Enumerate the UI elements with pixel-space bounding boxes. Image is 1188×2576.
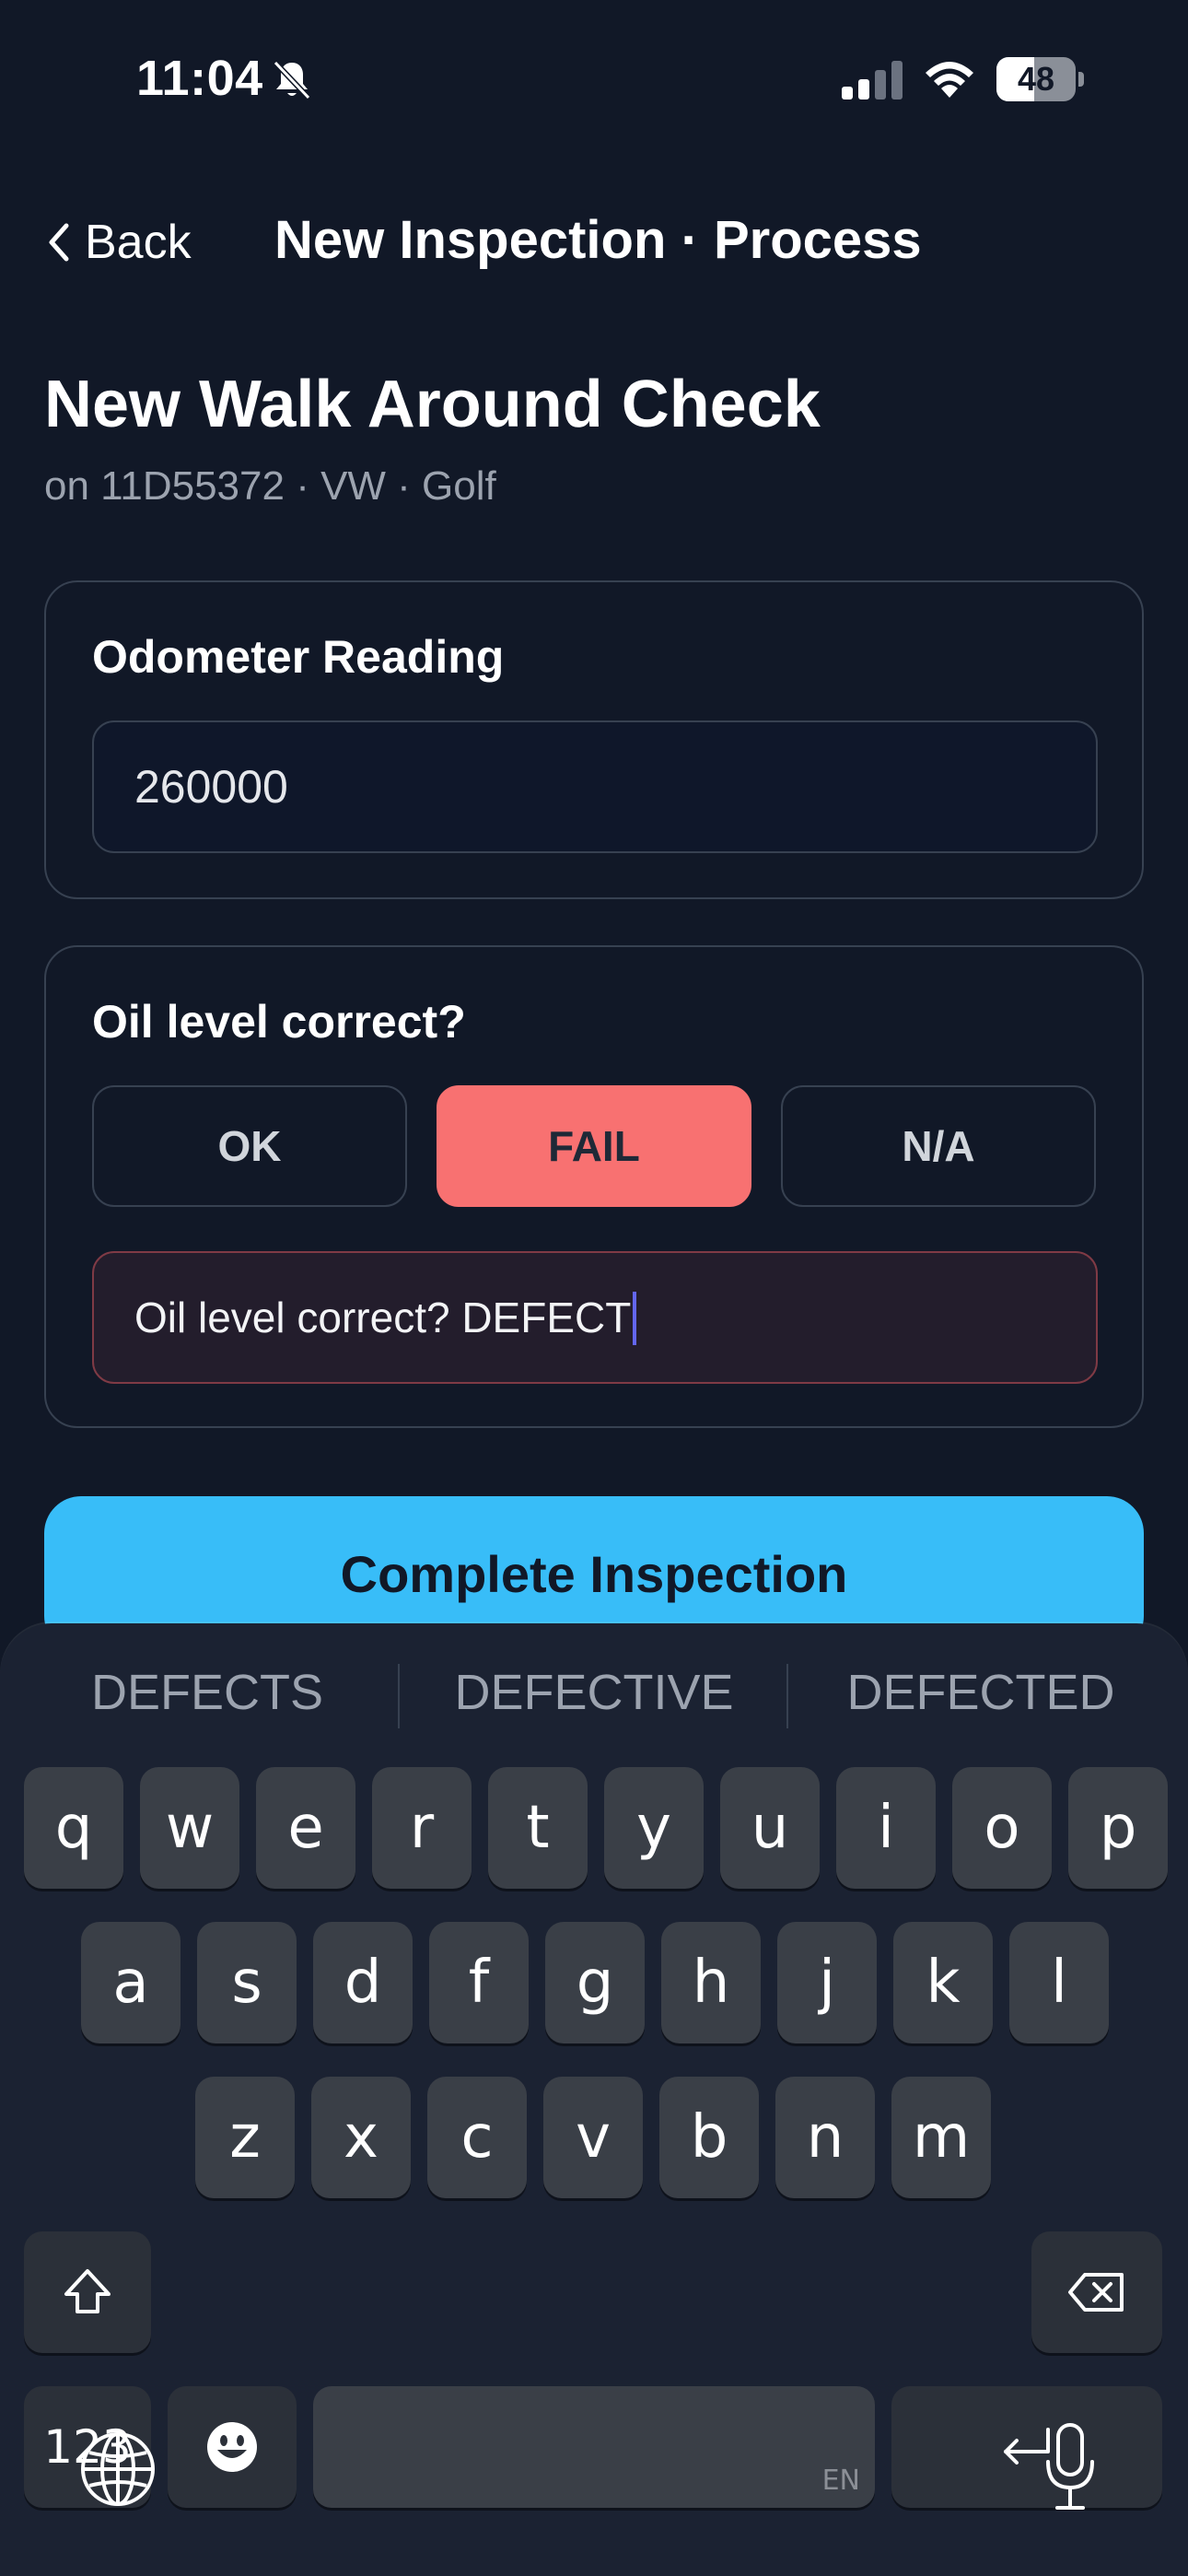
chevron-left-icon <box>49 223 69 262</box>
globe-icon[interactable] <box>77 2429 158 2510</box>
key-x[interactable]: x <box>311 2077 411 2198</box>
odometer-input[interactable]: 260000 <box>92 720 1098 853</box>
key-w[interactable]: w <box>140 1767 239 1889</box>
status-time: 11:04 <box>136 51 263 106</box>
key-f[interactable]: f <box>429 1922 529 2043</box>
key-s[interactable]: s <box>197 1922 297 2043</box>
battery-percent: 48 <box>1017 60 1055 98</box>
option-na-button[interactable]: N/A <box>781 1085 1096 1207</box>
suggestion-divider <box>786 1664 788 1728</box>
backspace-icon <box>1068 2273 1124 2312</box>
key-y[interactable]: y <box>604 1767 704 1889</box>
option-fail-button[interactable]: FAIL <box>437 1085 751 1207</box>
defect-note-input[interactable]: Oil level correct? DEFECT <box>92 1251 1098 1384</box>
oil-level-options: OK FAIL N/A <box>92 1085 1098 1207</box>
page-title: New Walk Around Check <box>44 368 821 441</box>
suggestion-bar: DEFECTS DEFECTIVE DEFECTED <box>0 1642 1188 1743</box>
key-e[interactable]: e <box>256 1767 355 1889</box>
key-m[interactable]: m <box>891 2077 991 2198</box>
suggestion-item[interactable]: DEFECTS <box>18 1642 396 1743</box>
keyboard-language-hint: EN <box>821 2465 860 2497</box>
shift-icon <box>64 2269 111 2313</box>
suggestion-item[interactable]: DEFECTIVE <box>405 1642 783 1743</box>
key-b[interactable]: b <box>659 2077 759 2198</box>
emoji-icon <box>207 2422 257 2472</box>
odometer-label: Odometer Reading <box>92 631 505 683</box>
key-k[interactable]: k <box>893 1922 993 2043</box>
key-l[interactable]: l <box>1009 1922 1109 2043</box>
key-t[interactable]: t <box>488 1767 588 1889</box>
battery-indicator: 48 <box>996 57 1084 101</box>
oil-level-card: Oil level correct? OK FAIL N/A Oil level… <box>44 945 1144 1428</box>
status-bar: 11:04 48 <box>0 0 1188 157</box>
back-label: Back <box>85 216 192 269</box>
microphone-icon[interactable] <box>1042 2421 1098 2513</box>
cellular-signal-icon <box>842 61 903 100</box>
key-d[interactable]: d <box>313 1922 413 2043</box>
key-q[interactable]: q <box>24 1767 123 1889</box>
odometer-card: Odometer Reading 260000 <box>44 580 1144 899</box>
key-h[interactable]: h <box>661 1922 761 2043</box>
key-o[interactable]: o <box>952 1767 1052 1889</box>
key-z[interactable]: z <box>195 2077 295 2198</box>
text-caret <box>633 1291 637 1345</box>
key-v[interactable]: v <box>543 2077 643 2198</box>
suggestion-divider <box>398 1664 400 1728</box>
key-p[interactable]: p <box>1068 1767 1168 1889</box>
oil-level-question: Oil level correct? <box>92 996 466 1048</box>
key-r[interactable]: r <box>372 1767 472 1889</box>
defect-note-text: Oil level correct? DEFECT <box>134 1294 632 1341</box>
keyboard: DEFECTS DEFECTIVE DEFECTED qwertyuiop asd… <box>0 1623 1188 2576</box>
shift-key[interactable] <box>24 2231 151 2353</box>
key-g[interactable]: g <box>545 1922 645 2043</box>
bell-slash-icon <box>273 60 311 100</box>
delete-key[interactable] <box>1031 2231 1162 2353</box>
key-c[interactable]: c <box>427 2077 527 2198</box>
key-u[interactable]: u <box>720 1767 820 1889</box>
key-n[interactable]: n <box>775 2077 875 2198</box>
key-a[interactable]: a <box>81 1922 181 2043</box>
back-button[interactable]: Back <box>44 210 192 275</box>
wifi-icon <box>926 62 973 98</box>
emoji-key[interactable] <box>168 2386 297 2508</box>
vehicle-subtitle: on 11D55372 · VW · Golf <box>44 463 496 509</box>
key-j[interactable]: j <box>777 1922 877 2043</box>
nav-title: New Inspection · Process <box>274 210 922 270</box>
key-i[interactable]: i <box>836 1767 936 1889</box>
option-ok-button[interactable]: OK <box>92 1085 407 1207</box>
space-key[interactable]: EN <box>313 2386 875 2508</box>
return-key[interactable] <box>891 2386 1162 2508</box>
suggestion-item[interactable]: DEFECTED <box>792 1642 1170 1743</box>
